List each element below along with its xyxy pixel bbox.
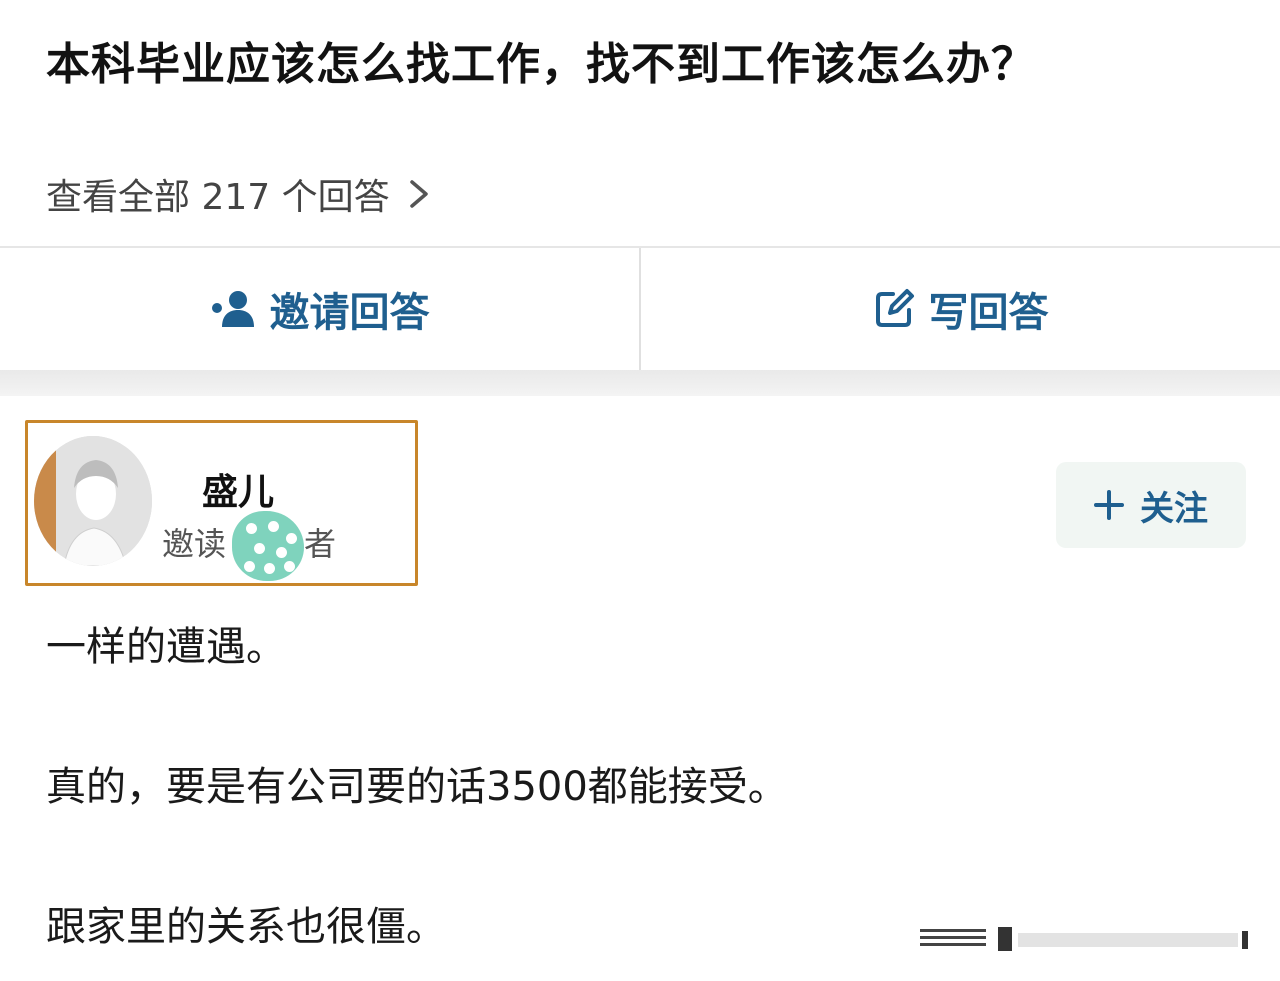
invite-answer-label: 邀请回答 [269,290,430,336]
privacy-blur-mark [232,511,304,581]
answer-paragraph: 跟家里的关系也很僵。 [46,904,446,950]
answer-paragraph: 真的，要是有公司要的话3500都能接受。 [46,764,788,810]
question-title: 本科毕业应该怎么找工作，找不到工作该怎么办？ [46,39,1036,90]
author-name[interactable]: 盛儿 [202,463,274,515]
plus-icon [1094,490,1124,520]
chevron-right-icon [409,180,428,208]
avatar-illustration [34,436,152,566]
author-subtitle-right: 者 [304,525,337,563]
follow-label: 关注 [1140,488,1208,529]
invite-answer-button[interactable]: 邀请回答 [0,248,639,370]
avatar[interactable] [34,436,152,566]
answer-paragraph: 一样的遭遇。 [46,624,286,670]
author-card: 盛儿 邀读 者 [25,420,418,586]
view-all-answers-link[interactable]: 查看全部 217 个回答 [46,168,434,220]
author-subtitle-left: 邀读 [162,525,227,563]
follow-button[interactable]: 关注 [1056,462,1246,548]
view-all-label: 查看全部 217 个回答 [46,177,390,218]
edit-icon [875,289,914,327]
write-answer-label: 写回答 [928,290,1049,336]
section-gap [0,370,1280,396]
person-add-icon [211,291,254,327]
watermark-graphic [920,927,1248,951]
answer-action-bar: 邀请回答 写回答 [0,248,1280,370]
write-answer-button[interactable]: 写回答 [641,248,1280,370]
